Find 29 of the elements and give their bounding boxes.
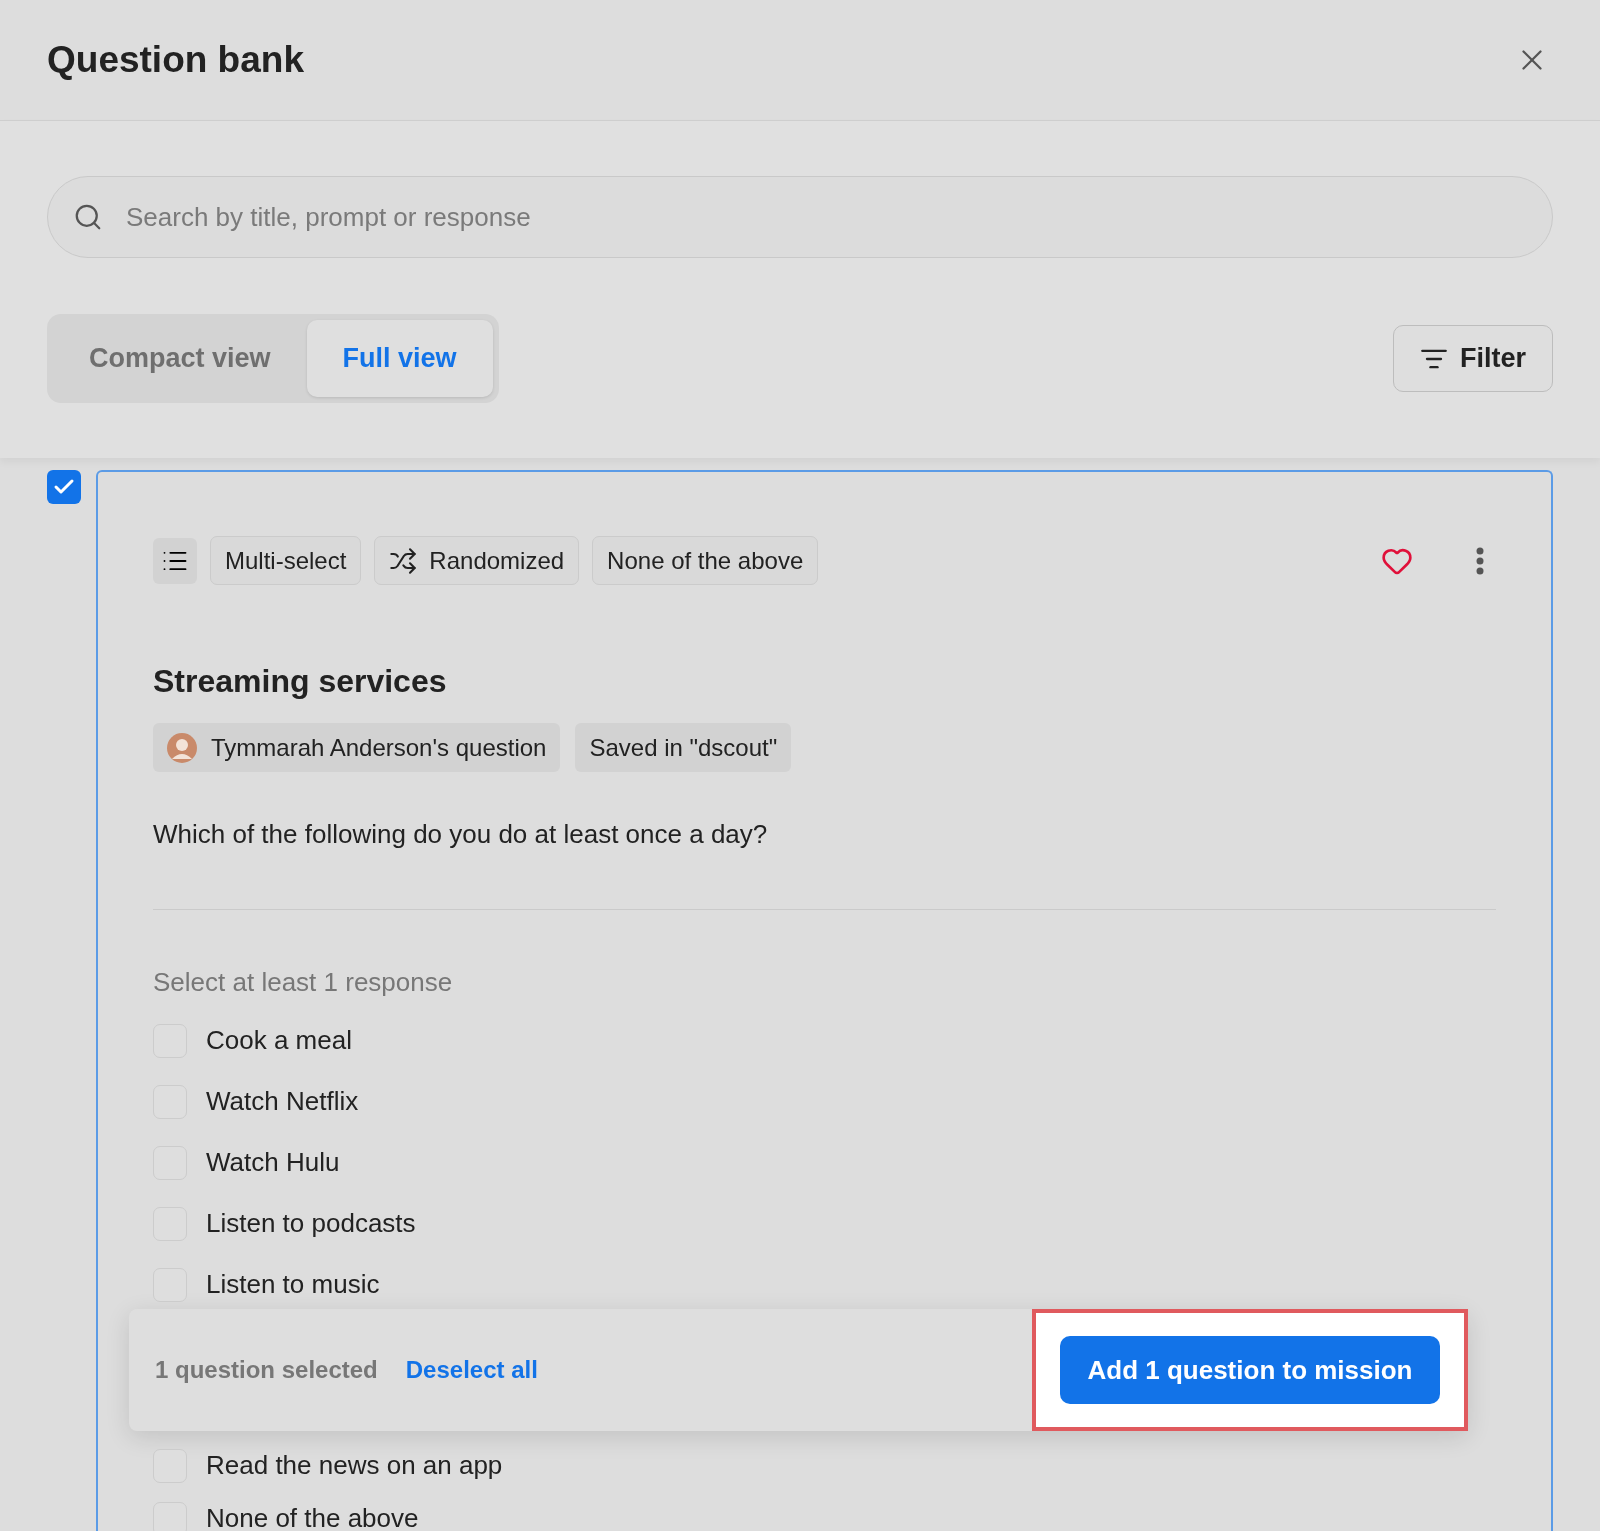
avatar-icon	[167, 732, 197, 763]
view-tab[interactable]: Full view	[306, 320, 493, 397]
more-icon[interactable]	[1476, 546, 1484, 575]
filter-button[interactable]: Filter	[1393, 325, 1553, 392]
tag: Multi-select	[210, 536, 362, 585]
option-label: Watch Netflix	[206, 1085, 359, 1118]
option-label: None of the above	[206, 1502, 419, 1531]
question-checkbox[interactable]	[47, 470, 81, 504]
option-label: Listen to music	[206, 1268, 380, 1301]
meta-tag: Saved in "dscout"	[575, 723, 792, 772]
list-icon	[153, 537, 197, 584]
tag: None of the above	[592, 536, 819, 585]
question-title: Streaming services	[153, 662, 448, 701]
option-label: Listen to podcasts	[206, 1207, 416, 1240]
dialog-title: Question bank	[47, 38, 304, 83]
deselect-all-link[interactable]: Deselect all	[405, 1352, 538, 1388]
response-hint: Select at least 1 response	[153, 966, 454, 999]
view-tab[interactable]: Compact view	[53, 320, 307, 397]
tag: Randomized	[374, 536, 580, 585]
search-field[interactable]: Search by title, prompt or response	[47, 176, 1553, 258]
option-label: Watch Hulu	[206, 1146, 340, 1179]
shuffle-icon	[389, 546, 418, 575]
add-to-mission-button[interactable]: Add 1 question to mission	[1060, 1336, 1440, 1404]
option-label: Cook a meal	[206, 1024, 352, 1057]
search-icon	[73, 202, 103, 232]
option-label: Read the news on an app	[206, 1449, 503, 1482]
selection-count: 1 question selected	[155, 1355, 378, 1385]
question-prompt: Which of the following do you do at least once a day?	[153, 818, 769, 851]
meta-tag: Tymmarah Anderson's question	[153, 723, 561, 772]
